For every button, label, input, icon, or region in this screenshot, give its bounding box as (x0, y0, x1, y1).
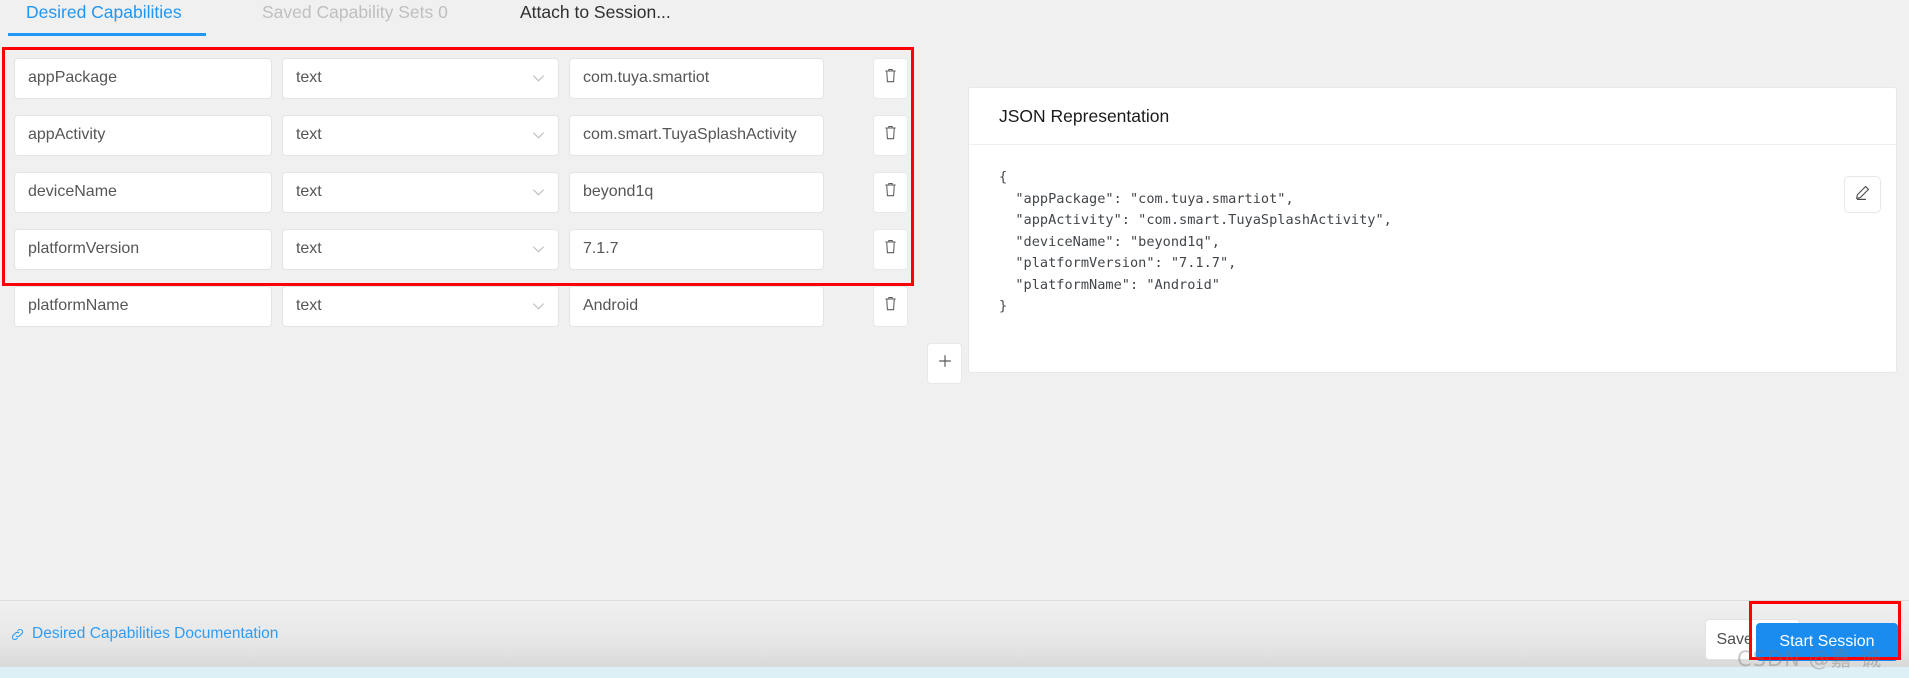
capability-type-value: text (295, 297, 322, 314)
delete-capability-button[interactable] (873, 285, 909, 327)
json-panel-header: JSON Representation (969, 88, 1896, 145)
capability-type-select[interactable]: text (281, 57, 559, 99)
trash-icon (883, 238, 898, 260)
capability-name-value: deviceName (28, 183, 117, 200)
trash-icon (883, 124, 898, 146)
capability-row: appPackage text com.tuya.smartiot (8, 56, 909, 100)
tab-desired-capabilities[interactable]: Desired Capabilities (26, 0, 182, 37)
active-tab-underline (8, 33, 206, 36)
tab-saved-capability-sets[interactable]: Saved Capability Sets 0 (262, 0, 448, 37)
capability-name-value: platformVersion (28, 240, 140, 257)
capabilities-list: appPackage text com.tuya.smartiot appAct… (8, 56, 962, 385)
capability-value-input[interactable]: beyond1q (568, 171, 825, 213)
bottom-strip (0, 667, 1909, 678)
capability-type-select[interactable]: text (281, 171, 559, 213)
chevron-down-icon (531, 128, 546, 143)
capability-type-select[interactable]: text (281, 228, 559, 270)
pencil-icon (1854, 184, 1871, 206)
capability-value-input[interactable]: com.smart.TuyaSplashActivity (568, 114, 825, 156)
capability-value-input[interactable]: 7.1.7 (568, 228, 825, 270)
tab-bar: Desired Capabilities Saved Capability Se… (0, 0, 1909, 37)
chevron-down-icon (531, 185, 546, 200)
start-session-button[interactable]: Start Session (1756, 623, 1898, 661)
desired-capabilities-documentation-link[interactable]: Desired Capabilities Documentation (10, 625, 278, 643)
capability-type-select[interactable]: text (281, 114, 559, 156)
capability-value-text: com.tuya.smartiot (582, 69, 710, 86)
capability-type-select[interactable]: text (281, 285, 559, 327)
capability-name-value: appActivity (28, 126, 106, 143)
link-icon (10, 627, 25, 642)
json-panel-body: { "appPackage": "com.tuya.smartiot", "ap… (969, 145, 1896, 373)
capability-value-text: 7.1.7 (582, 240, 619, 257)
plus-icon (937, 353, 953, 374)
tab-desired-capabilities-label: Desired Capabilities (26, 2, 182, 22)
capability-row: platformVersion text 7.1.7 (8, 227, 909, 271)
delete-capability-button[interactable] (873, 57, 909, 99)
capability-row: platformName text Android (8, 284, 909, 328)
capability-type-value: text (295, 240, 322, 257)
json-content: { "appPackage": "com.tuya.smartiot", "ap… (999, 169, 1392, 314)
chevron-down-icon (531, 71, 546, 86)
add-capability-row (8, 341, 962, 385)
delete-capability-button[interactable] (873, 114, 909, 156)
capability-value-text: Android (582, 297, 639, 314)
tab-attach-to-session[interactable]: Attach to Session... (520, 0, 671, 37)
capability-name-input[interactable]: platformVersion (14, 228, 272, 270)
capability-row: appActivity text com.smart.TuyaSplashAct… (8, 113, 909, 157)
delete-capability-button[interactable] (873, 171, 909, 213)
capability-name-input[interactable]: appActivity (14, 114, 272, 156)
trash-icon (883, 295, 898, 317)
tab-attach-to-session-label: Attach to Session... (520, 2, 671, 22)
capability-row: deviceName text beyond1q (8, 170, 909, 214)
delete-capability-button[interactable] (873, 228, 909, 270)
appium-desired-capabilities-screen: Desired Capabilities Saved Capability Se… (0, 0, 1909, 678)
chevron-down-icon (531, 299, 546, 314)
capability-type-value: text (295, 126, 322, 143)
capability-value-input[interactable]: Android (568, 285, 825, 327)
capability-name-value: platformName (28, 297, 129, 314)
tab-saved-capability-sets-label: Saved Capability Sets 0 (262, 2, 448, 22)
add-capability-button[interactable] (927, 342, 962, 384)
trash-icon (883, 181, 898, 203)
chevron-down-icon (531, 242, 546, 257)
json-representation-panel: JSON Representation { "appPackage": "com… (968, 87, 1897, 373)
edit-json-button[interactable] (1844, 176, 1881, 213)
capability-name-input[interactable]: appPackage (14, 57, 272, 99)
capability-name-input[interactable]: platformName (14, 285, 272, 327)
trash-icon (883, 67, 898, 89)
capability-name-input[interactable]: deviceName (14, 171, 272, 213)
capability-value-input[interactable]: com.tuya.smartiot (568, 57, 825, 99)
capability-value-text: beyond1q (582, 183, 654, 200)
json-panel-title: JSON Representation (999, 105, 1170, 126)
capability-type-value: text (295, 183, 322, 200)
capability-value-text: com.smart.TuyaSplashActivity (582, 126, 797, 143)
capability-type-value: text (295, 69, 322, 86)
main-content: appPackage text com.tuya.smartiot appAct… (0, 37, 1909, 600)
capability-name-value: appPackage (28, 69, 117, 86)
footer-bar: Desired Capabilities Documentation Save … (0, 600, 1909, 667)
start-session-label: Start Session (1779, 633, 1875, 650)
documentation-link-label: Desired Capabilities Documentation (32, 625, 279, 642)
